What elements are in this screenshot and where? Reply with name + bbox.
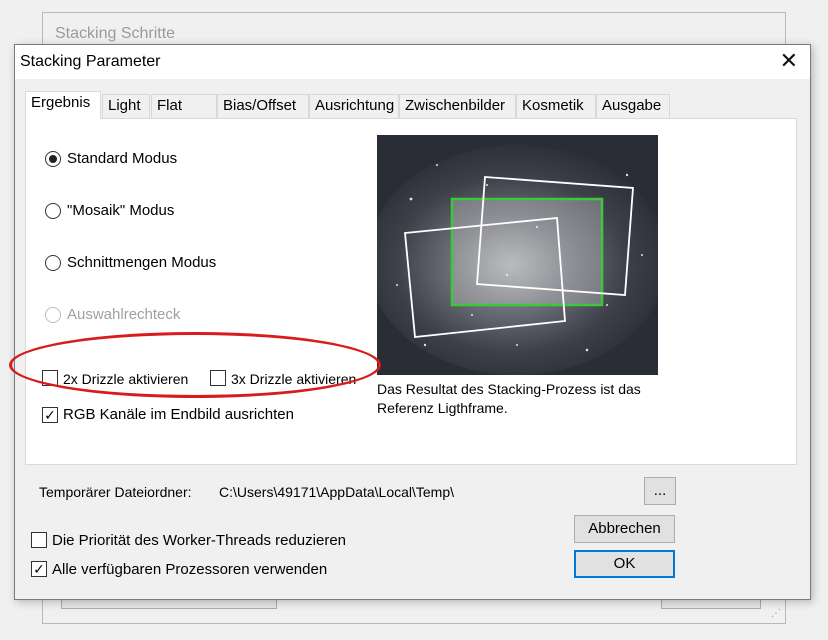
galaxy-frames-illustration [377, 135, 658, 375]
cancel-button[interactable]: Abbrechen [574, 515, 675, 543]
tab-ergebnis[interactable]: Ergebnis [25, 91, 101, 119]
mosaik-modus-label: "Mosaik" Modus [67, 202, 175, 219]
stacking-preview-image [377, 135, 658, 375]
stacking-parameter-dialog: Stacking Parameter ✕ Ergebnis Light Flat… [9, 44, 811, 600]
tab-ausrichtung[interactable]: Ausrichtung [309, 94, 399, 118]
temp-folder-path: C:\Users\49171\AppData\Local\Temp\ [219, 484, 455, 500]
preview-caption-line2: Referenz Ligthframe. [377, 400, 508, 416]
schnittmengen-modus-label: Schnittmengen Modus [67, 254, 217, 271]
standard-modus-label: Standard Modus [67, 150, 178, 167]
tab-flat[interactable]: Flat [151, 94, 217, 118]
tab-bias-offset[interactable]: Bias/Offset [217, 94, 309, 118]
dialog-title: Stacking Parameter [20, 53, 161, 70]
standard-modus-radio[interactable] [45, 151, 61, 167]
mosaik-modus-radio[interactable] [45, 203, 61, 219]
worker-priority-checkbox[interactable] [31, 532, 47, 548]
resize-grip-icon[interactable]: ⋰ [771, 608, 781, 619]
tab-light[interactable]: Light [102, 94, 150, 118]
preview-caption-line1: Das Resultat des Stacking-Prozess ist da… [377, 381, 641, 397]
auswahlrechteck-label: Auswahlrechteck [67, 306, 181, 323]
all-processors-checkbox[interactable]: ✓ [31, 561, 47, 577]
schnittmengen-modus-radio[interactable] [45, 255, 61, 271]
all-processors-label: Alle verfügbaren Prozessoren verwenden [52, 561, 328, 578]
tab-zwischenbilder[interactable]: Zwischenbilder [399, 94, 516, 118]
reference-frame [450, 197, 604, 307]
tab-ausgabe[interactable]: Ausgabe [596, 94, 670, 118]
temp-folder-label: Temporärer Dateiordner: [39, 484, 192, 500]
auswahlrechteck-radio [45, 307, 61, 323]
close-icon[interactable]: ✕ [780, 49, 798, 73]
tab-kosmetik[interactable]: Kosmetik [516, 94, 596, 118]
drizzle-highlight-ellipse [9, 332, 381, 398]
browse-folder-button[interactable]: ... [644, 477, 676, 505]
worker-priority-label: Die Priorität des Worker-Threads reduzie… [52, 532, 347, 549]
rgb-align-label: RGB Kanäle im Endbild ausrichten [63, 406, 294, 423]
ok-button[interactable]: OK [574, 550, 675, 578]
dialog-titlebar: Stacking Parameter ✕ [15, 45, 810, 79]
rgb-align-checkbox[interactable]: ✓ [42, 407, 58, 423]
background-window-title: Stacking Schritte [55, 25, 176, 42]
